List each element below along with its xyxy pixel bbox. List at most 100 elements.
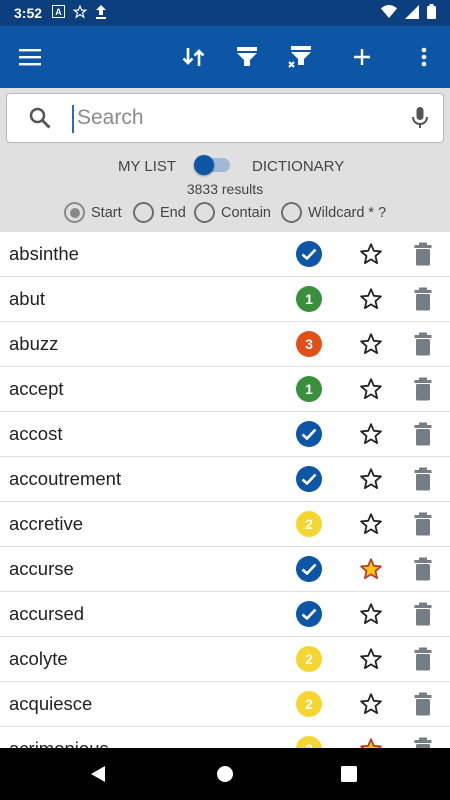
delete-icon[interactable] bbox=[414, 512, 432, 536]
level-badge[interactable]: 3 bbox=[296, 331, 322, 357]
list-item[interactable]: abut 1 bbox=[0, 277, 450, 322]
clear-filter-button[interactable] bbox=[276, 26, 324, 88]
favorite-star-icon[interactable] bbox=[359, 242, 383, 266]
delete-icon[interactable] bbox=[414, 737, 432, 748]
delete-icon[interactable] bbox=[414, 242, 432, 266]
favorite-star-icon[interactable] bbox=[359, 647, 383, 671]
favorite-star-icon[interactable] bbox=[359, 692, 383, 716]
my-list-label[interactable]: MY LIST bbox=[118, 158, 176, 175]
menu-button[interactable] bbox=[6, 26, 54, 88]
add-button[interactable] bbox=[338, 26, 386, 88]
radio-wildcard-label: Wildcard * ? bbox=[308, 204, 387, 221]
delete-icon[interactable] bbox=[414, 647, 432, 671]
search-input[interactable] bbox=[77, 100, 407, 136]
list-item[interactable]: accost bbox=[0, 412, 450, 457]
level-badge[interactable]: 2 bbox=[296, 511, 322, 537]
list-item[interactable]: acrimonious 2 bbox=[0, 727, 450, 748]
text-cursor bbox=[72, 105, 74, 133]
microphone-icon[interactable] bbox=[411, 106, 429, 130]
list-item[interactable]: accoutrement bbox=[0, 457, 450, 502]
delete-icon[interactable] bbox=[414, 557, 432, 581]
filter-button[interactable] bbox=[223, 26, 271, 88]
word-text: acrimonious bbox=[9, 738, 109, 748]
list-item[interactable]: accretive 2 bbox=[0, 502, 450, 547]
add-icon bbox=[354, 49, 370, 65]
sort-button[interactable] bbox=[170, 26, 218, 88]
navigation-bar bbox=[0, 748, 450, 800]
level-badge[interactable]: 2 bbox=[296, 691, 322, 717]
word-text: accoutrement bbox=[9, 468, 122, 489]
recents-icon bbox=[341, 766, 357, 782]
more-options-button[interactable] bbox=[400, 26, 448, 88]
home-button[interactable] bbox=[195, 748, 255, 800]
favorite-star-icon[interactable] bbox=[359, 377, 383, 401]
favorite-star-icon[interactable] bbox=[359, 287, 383, 311]
mode-switch[interactable] bbox=[194, 155, 230, 175]
favorite-star-filled-icon[interactable] bbox=[359, 737, 383, 748]
delete-icon[interactable] bbox=[414, 692, 432, 716]
level-badge[interactable]: 1 bbox=[296, 376, 322, 402]
clear-filter-icon bbox=[288, 46, 311, 68]
word-list[interactable]: absinthe abut 1 abuzz 3 accept 1 accost accoutre… bbox=[0, 232, 450, 748]
menu-icon bbox=[19, 49, 41, 66]
favorite-star-icon[interactable] bbox=[359, 467, 383, 491]
level-badge[interactable]: 2 bbox=[296, 736, 322, 748]
learned-check-icon[interactable] bbox=[296, 556, 322, 582]
results-count: 3833 results bbox=[186, 181, 264, 197]
learned-check-icon[interactable] bbox=[296, 241, 322, 267]
favorite-star-filled-icon[interactable] bbox=[359, 557, 383, 581]
radio-end[interactable]: End bbox=[133, 202, 186, 223]
list-item[interactable]: acolyte 2 bbox=[0, 637, 450, 682]
learned-check-icon[interactable] bbox=[296, 466, 322, 492]
favorite-star-icon[interactable] bbox=[359, 512, 383, 536]
back-button[interactable] bbox=[68, 748, 128, 800]
radio-start-label: Start bbox=[91, 204, 122, 221]
word-text: accept bbox=[9, 378, 64, 399]
learned-check-icon[interactable] bbox=[296, 421, 322, 447]
learned-check-icon[interactable] bbox=[296, 601, 322, 627]
notification-app-icon: A bbox=[52, 5, 66, 21]
favorite-star-icon[interactable] bbox=[359, 602, 383, 626]
word-text: acolyte bbox=[9, 648, 68, 669]
delete-icon[interactable] bbox=[414, 332, 432, 356]
radio-contain-label: Contain bbox=[221, 204, 271, 221]
delete-icon[interactable] bbox=[414, 377, 432, 401]
list-item[interactable]: absinthe bbox=[0, 232, 450, 277]
list-item[interactable]: acquiesce 2 bbox=[0, 682, 450, 727]
delete-icon[interactable] bbox=[414, 287, 432, 311]
radio-wildcard[interactable]: Wildcard * ? bbox=[281, 202, 386, 223]
delete-icon[interactable] bbox=[414, 602, 432, 626]
filter-panel: MY LIST DICTIONARY 3833 results Start En… bbox=[0, 88, 450, 232]
more-vert-icon bbox=[421, 47, 427, 67]
battery-icon bbox=[427, 4, 436, 22]
home-icon bbox=[217, 766, 233, 782]
dictionary-label[interactable]: DICTIONARY bbox=[252, 158, 344, 175]
list-item[interactable]: accurse bbox=[0, 547, 450, 592]
sort-icon bbox=[182, 48, 205, 66]
favorite-star-icon[interactable] bbox=[359, 422, 383, 446]
recents-button[interactable] bbox=[319, 748, 379, 800]
signal-icon bbox=[405, 4, 419, 22]
delete-icon[interactable] bbox=[414, 467, 432, 491]
radio-contain[interactable]: Contain bbox=[194, 202, 271, 223]
svg-text:A: A bbox=[55, 7, 62, 17]
list-item[interactable]: accept 1 bbox=[0, 367, 450, 412]
app-bar bbox=[0, 26, 450, 88]
list-item[interactable]: accursed bbox=[0, 592, 450, 637]
favorite-star-icon[interactable] bbox=[359, 332, 383, 356]
upload-icon bbox=[95, 4, 107, 22]
match-options: Start End Contain Wildcard * ? bbox=[0, 202, 450, 224]
switch-knob bbox=[194, 155, 214, 175]
word-text: absinthe bbox=[9, 243, 79, 264]
level-badge[interactable]: 1 bbox=[296, 286, 322, 312]
word-text: accost bbox=[9, 423, 63, 444]
radio-start[interactable]: Start bbox=[64, 202, 122, 223]
radio-wildcard-indicator bbox=[281, 202, 302, 223]
word-text: accretive bbox=[9, 513, 84, 534]
level-badge[interactable]: 2 bbox=[296, 646, 322, 672]
list-item[interactable]: abuzz 3 bbox=[0, 322, 450, 367]
search-icon bbox=[29, 107, 51, 129]
radio-contain-indicator bbox=[194, 202, 215, 223]
wifi-icon bbox=[381, 5, 397, 21]
delete-icon[interactable] bbox=[414, 422, 432, 446]
